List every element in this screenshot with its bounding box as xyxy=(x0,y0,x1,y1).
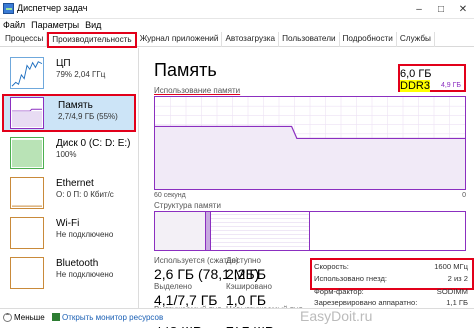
bluetooth-mini-graph xyxy=(10,257,44,289)
tab-processes[interactable]: Процессы xyxy=(2,32,48,47)
sidebar-item-value: 100% xyxy=(56,150,77,159)
spec-label-form-factor: Форм-фактор: xyxy=(314,287,364,296)
fewer-details-link[interactable]: Меньше xyxy=(14,313,45,322)
memory-structure-bar xyxy=(154,211,466,251)
close-icon[interactable]: ✕ xyxy=(452,0,474,18)
sidebar-item-label: Wi-Fi xyxy=(56,218,80,229)
ethernet-mini-graph xyxy=(10,177,44,209)
window-title: Диспетчер задач xyxy=(17,3,88,13)
title-bar: Диспетчер задач – □ ✕ xyxy=(0,0,474,19)
menu-options[interactable]: Параметры xyxy=(31,20,79,30)
stat-available: Доступно 2,2 ГБ xyxy=(226,256,266,282)
sidebar-item-bluetooth[interactable]: Bluetooth Не подключено xyxy=(2,254,136,292)
memory-structure-label: Структура памяти xyxy=(154,201,221,210)
tab-details[interactable]: Подробности xyxy=(340,32,397,47)
task-manager-icon xyxy=(3,3,14,14)
menu-file[interactable]: Файл xyxy=(3,20,25,30)
stat-label: Кэшировано xyxy=(226,282,273,291)
spec-value-form-factor: SODIMM xyxy=(436,287,468,296)
sidebar-item-value: Не подключено xyxy=(56,270,114,279)
spec-label-reserved: Зарезервировано аппаратно: xyxy=(314,298,418,307)
sidebar-item-memory[interactable]: Память 2,7/4,9 ГБ (55%) xyxy=(2,94,136,132)
disk-mini-graph xyxy=(10,137,44,169)
chevron-up-icon[interactable]: ⌃ xyxy=(3,313,12,322)
tab-app-history[interactable]: Журнал приложений xyxy=(137,32,223,47)
watermark: EasyDoit.ru xyxy=(300,308,373,324)
tab-bar: Процессы Производительность Журнал прило… xyxy=(0,32,474,48)
sidebar-item-value: Не подключено xyxy=(56,230,114,239)
menu-view[interactable]: Вид xyxy=(85,20,101,30)
resource-sidebar: ЦП 79% 2,04 ГГц Память 2,7/4,9 ГБ (55%) … xyxy=(0,48,139,308)
memory-usage-label: Использование памяти xyxy=(154,86,241,95)
memory-type: DDR3 xyxy=(400,80,430,92)
graph-axis-left: 60 секунд xyxy=(154,192,186,199)
sidebar-item-ethernet[interactable]: Ethernet О: 0 П: 0 Кбит/с xyxy=(2,174,136,212)
spec-label-slots: Использовано гнезд: xyxy=(314,274,388,283)
structure-free xyxy=(310,212,465,250)
menu-bar: Файл Параметры Вид xyxy=(0,18,474,32)
memory-total-box: 6,0 ГБ DDR3 4,9 ГБ xyxy=(398,64,466,92)
sidebar-item-label: Bluetooth xyxy=(56,258,99,269)
tab-services[interactable]: Службы xyxy=(397,32,435,47)
page-title: Память xyxy=(154,60,217,80)
memory-mini-graph xyxy=(10,97,44,129)
sidebar-item-label: Диск 0 (C: D: E:) xyxy=(56,138,131,149)
footer-bar: ⌃ Меньше Открыть монитор ресурсов xyxy=(0,308,474,327)
window-controls: – □ ✕ xyxy=(408,0,474,18)
stat-label: Выделено xyxy=(154,282,192,291)
open-resource-monitor-link[interactable]: Открыть монитор ресурсов xyxy=(62,313,163,322)
sidebar-item-label: ЦП xyxy=(56,58,71,69)
wifi-mini-graph xyxy=(10,217,44,249)
minimize-icon[interactable]: – xyxy=(408,0,430,18)
sidebar-item-disk[interactable]: Диск 0 (C: D: E:) 100% xyxy=(2,134,136,172)
memory-panel: Память 6,0 ГБ DDR3 4,9 ГБ Использование … xyxy=(146,48,474,331)
sidebar-item-value: 79% 2,04 ГГц xyxy=(56,70,106,79)
sidebar-item-cpu[interactable]: ЦП 79% 2,04 ГГц xyxy=(2,54,136,92)
spec-label-speed: Скорость: xyxy=(314,262,349,271)
spec-value-speed: 1600 МГц xyxy=(434,262,468,271)
structure-standby xyxy=(211,212,310,250)
resource-monitor-icon xyxy=(52,313,60,321)
memory-usage-graph xyxy=(154,96,466,190)
stat-value: 2,2 ГБ xyxy=(226,266,267,282)
structure-in-use xyxy=(155,212,206,250)
maximize-icon[interactable]: □ xyxy=(430,0,452,18)
tab-performance[interactable]: Производительность xyxy=(47,32,137,48)
sidebar-item-label: Память xyxy=(58,100,93,111)
memory-total-size: 6,0 ГБ xyxy=(400,68,432,80)
graph-axis-right: 0 xyxy=(462,192,466,199)
stat-label: Доступно xyxy=(226,256,261,265)
sidebar-item-label: Ethernet xyxy=(56,178,94,189)
graph-capacity-label: 4,9 ГБ xyxy=(440,82,461,89)
spec-value-slots: 2 из 2 xyxy=(447,274,468,283)
sidebar-item-wifi[interactable]: Wi-Fi Не подключено xyxy=(2,214,136,252)
tab-startup[interactable]: Автозагрузка xyxy=(222,32,280,47)
sidebar-item-value: 2,7/4,9 ГБ (55%) xyxy=(58,112,118,121)
sidebar-item-value: О: 0 П: 0 Кбит/с xyxy=(56,190,114,199)
spec-value-reserved: 1,1 ГБ xyxy=(446,298,468,307)
cpu-mini-graph xyxy=(10,57,44,89)
tab-users[interactable]: Пользователи xyxy=(279,32,340,47)
